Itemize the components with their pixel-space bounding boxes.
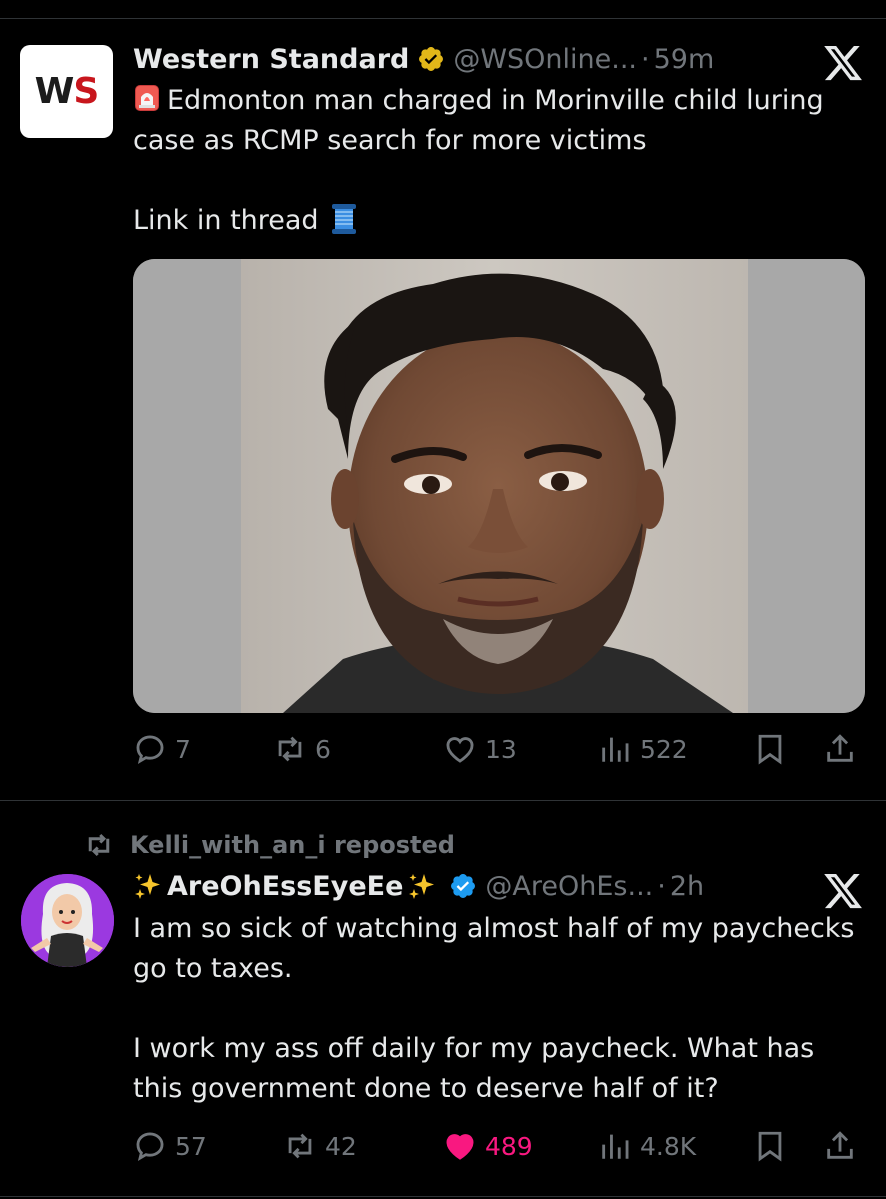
tweet-paragraph-2: I work my ass off daily for my paycheck.… xyxy=(133,1033,815,1104)
tweet-photo[interactable] xyxy=(133,259,865,713)
spool-of-thread-emoji-icon xyxy=(331,204,356,234)
x-logo-icon[interactable] xyxy=(822,870,864,912)
timestamp[interactable]: 2h xyxy=(670,871,704,902)
bookmark-button[interactable] xyxy=(753,729,795,769)
view-count: 4.8K xyxy=(640,1131,697,1161)
view-count: 522 xyxy=(640,734,688,764)
author-handle[interactable]: @AreOhEs... xyxy=(485,871,653,902)
heart-icon xyxy=(446,737,474,763)
repost-button[interactable]: 42 xyxy=(283,1126,357,1166)
reply-icon xyxy=(136,1132,164,1161)
bitmoji-avatar-image xyxy=(21,874,114,967)
tweet-header: AreOhEssEyeEe @AreOhEs... · 2h xyxy=(133,866,704,906)
areohesseyee-avatar[interactable] xyxy=(21,874,114,967)
tweet-text: I am so sick of watching almost half of … xyxy=(133,909,858,1109)
like-button[interactable]: 489 xyxy=(443,1126,533,1166)
like-count: 489 xyxy=(485,1131,533,1161)
link-in-thread-text: Link in thread xyxy=(133,205,319,236)
avatar-letter-s: S xyxy=(73,71,99,112)
heart-icon xyxy=(446,1134,474,1160)
siren-emoji-icon xyxy=(135,85,159,111)
bookmark-button[interactable] xyxy=(753,1126,795,1166)
repost-button[interactable]: 6 xyxy=(273,729,331,769)
tweet-header: Western Standard @WSOnline... · 59m xyxy=(133,39,714,79)
bookmark-icon xyxy=(758,734,782,765)
author-handle[interactable]: @WSOnline... xyxy=(453,44,637,75)
views-icon xyxy=(602,1134,629,1159)
repost-attribution[interactable]: Kelli_with_an_i reposted xyxy=(84,826,455,864)
share-button[interactable] xyxy=(823,1126,865,1166)
blue-verified-badge-icon xyxy=(451,874,476,898)
repost-icon xyxy=(288,1133,312,1159)
reply-button[interactable]: 7 xyxy=(133,729,191,769)
share-icon xyxy=(827,1131,853,1159)
avatar-letter-w: W xyxy=(34,71,75,112)
tweet-western-standard[interactable]: WS Western Standard @WSOnline... · 59m E… xyxy=(0,0,886,800)
repost-icon xyxy=(278,736,302,762)
tweet-headline: Edmonton man charged in Morinville child… xyxy=(133,85,824,156)
reply-count: 57 xyxy=(175,1131,207,1161)
bookmark-icon xyxy=(758,1131,782,1162)
like-button[interactable]: 13 xyxy=(443,729,517,769)
mugshot-image xyxy=(133,259,865,713)
share-icon xyxy=(827,734,853,762)
like-count: 13 xyxy=(485,734,517,764)
author-name[interactable]: Western Standard xyxy=(133,44,409,75)
sparkles-emoji-icon xyxy=(135,874,160,899)
tweet-paragraph-1: I am so sick of watching almost half of … xyxy=(133,913,855,984)
timestamp[interactable]: 59m xyxy=(654,44,715,75)
reply-button[interactable]: 57 xyxy=(133,1126,207,1166)
views-button[interactable]: 4.8K xyxy=(598,1126,696,1166)
separator-dot: · xyxy=(641,43,650,75)
repost-icon xyxy=(88,833,110,857)
bottom-divider xyxy=(0,1196,886,1197)
share-button[interactable] xyxy=(823,729,865,769)
author-name[interactable]: AreOhEssEyeEe xyxy=(167,871,403,902)
tweet-text: Edmonton man charged in Morinville child… xyxy=(133,81,853,241)
repost-count: 6 xyxy=(315,734,331,764)
western-standard-avatar[interactable]: WS xyxy=(20,45,113,138)
tweet-actions: 57 42 489 4.8K xyxy=(133,1126,863,1166)
repost-label: Kelli_with_an_i reposted xyxy=(130,831,455,859)
separator-dot: · xyxy=(657,870,666,902)
x-logo-icon[interactable] xyxy=(822,42,864,84)
sparkles-emoji-icon xyxy=(409,874,435,899)
views-icon xyxy=(602,737,629,762)
reply-count: 7 xyxy=(175,734,191,764)
reply-icon xyxy=(136,735,164,764)
views-button[interactable]: 522 xyxy=(598,729,688,769)
gold-verified-badge-icon xyxy=(419,47,444,71)
tweet-actions: 7 6 13 522 xyxy=(133,729,863,769)
repost-count: 42 xyxy=(325,1131,357,1161)
